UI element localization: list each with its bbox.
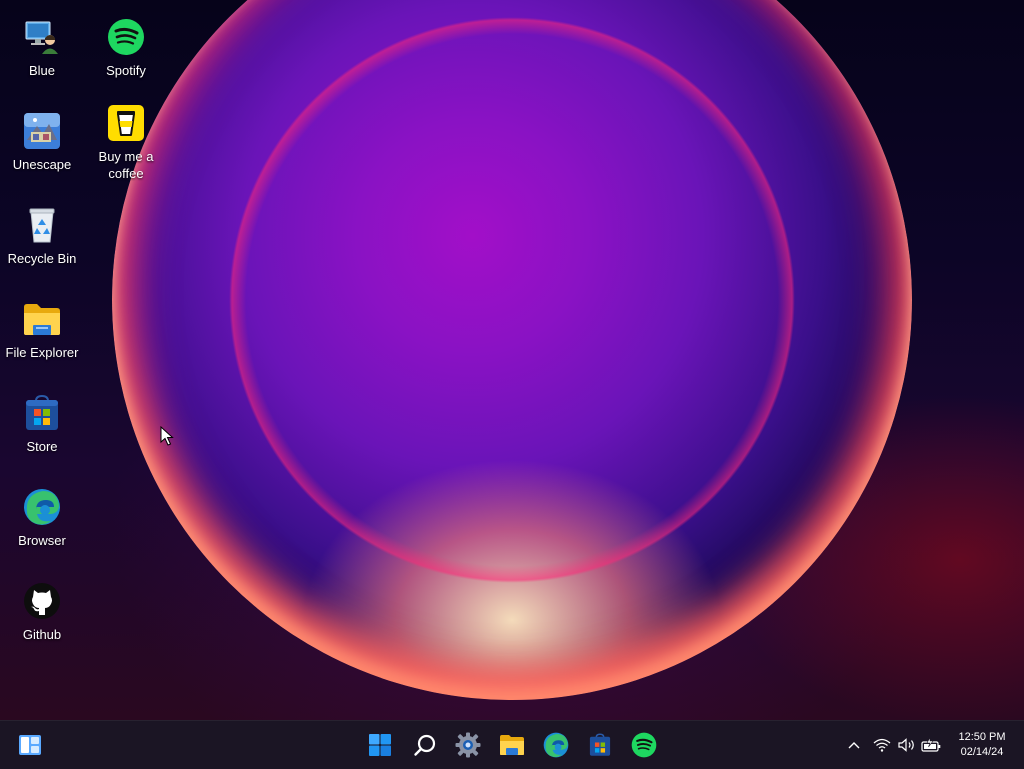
search-icon	[414, 734, 436, 756]
wifi-button[interactable]	[872, 733, 892, 757]
volume-button[interactable]	[896, 733, 918, 757]
desktop-icon-label: Unescape	[12, 157, 72, 172]
desktop-icon-blue[interactable]: Blue	[2, 18, 82, 79]
desktop-icon-unescape[interactable]: Unescape	[2, 112, 82, 173]
desktop-icon-github[interactable]: Github	[2, 582, 82, 643]
mouse-cursor-icon	[160, 426, 174, 446]
desktop-icon-label: Buy me a coffee	[98, 149, 154, 181]
widgets-button[interactable]	[14, 729, 46, 761]
recycle-bin-icon	[29, 208, 55, 243]
desktop-icon-label: File Explorer	[5, 345, 79, 360]
battery-button[interactable]	[920, 733, 942, 757]
store-button[interactable]	[584, 729, 616, 761]
spotify-icon	[631, 732, 657, 758]
widgets-icon	[19, 735, 41, 755]
settings-button[interactable]	[452, 729, 484, 761]
battery-charging-icon	[921, 737, 941, 752]
github-octocat-icon	[24, 583, 60, 619]
coffee-cup-icon	[108, 105, 144, 141]
clock-time: 12:50 PM	[958, 731, 1006, 743]
file-explorer-button[interactable]	[496, 729, 528, 761]
start-button[interactable]	[364, 729, 396, 761]
windows-start-icon	[369, 734, 391, 756]
desktop-icon-label: Recycle Bin	[7, 251, 77, 266]
show-hidden-icons-button[interactable]	[845, 733, 863, 757]
volume-icon	[898, 738, 914, 752]
settings-gear-icon	[455, 732, 481, 758]
desktop-icon-spotify[interactable]: Spotify	[86, 18, 166, 79]
desktop-icon-buy-me-a-coffee[interactable]: Buy me a coffee	[86, 104, 166, 182]
taskbar-clock[interactable]: 12:50 PM 02/14/24	[952, 730, 1012, 760]
clock-date: 02/14/24	[960, 746, 1004, 758]
store-icon	[589, 733, 611, 756]
edge-browser-icon	[24, 489, 60, 525]
desktop-icon-label: Spotify	[106, 63, 146, 78]
taskbar: 12:50 PM 02/14/24	[0, 720, 1024, 769]
desktop-icon-label: Github	[22, 627, 62, 642]
desktop-icon-store[interactable]: Store	[2, 394, 82, 455]
search-button[interactable]	[409, 729, 441, 761]
desktop-icon-file-explorer[interactable]: File Explorer	[2, 300, 82, 361]
store-bag-icon	[26, 394, 58, 430]
user-computer-icon	[25, 21, 58, 54]
folder-icon	[24, 304, 60, 335]
wifi-icon	[873, 738, 891, 752]
desktop-icon-label: Browser	[18, 533, 66, 548]
spotify-icon	[108, 19, 144, 55]
file-explorer-icon	[500, 735, 524, 755]
edge-browser-button[interactable]	[540, 729, 572, 761]
unescape-app-icon	[24, 113, 60, 149]
edge-browser-icon	[543, 732, 569, 758]
desktop-icon-recycle-bin[interactable]: Recycle Bin	[2, 206, 82, 267]
spotify-taskbar-button[interactable]	[628, 729, 660, 761]
desktop-icon-label: Store	[26, 439, 58, 454]
desktop-icon-label: Blue	[28, 63, 56, 78]
chevron-up-icon	[848, 742, 860, 749]
desktop-icon-browser[interactable]: Browser	[2, 488, 82, 549]
